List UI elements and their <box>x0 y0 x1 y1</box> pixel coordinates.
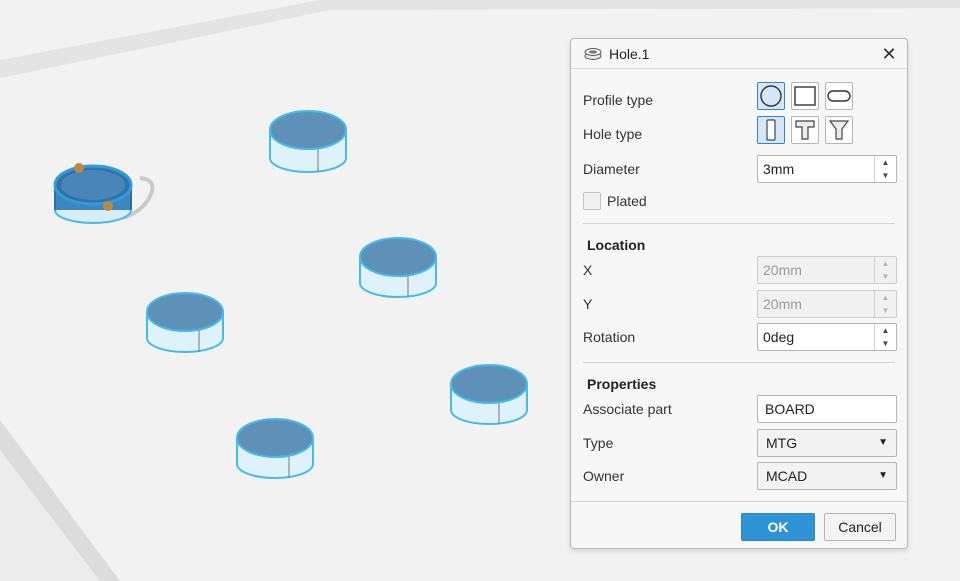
countersink-hole-icon <box>828 120 850 140</box>
y-decrement-icon: ▼ <box>881 306 890 315</box>
close-button[interactable]: ✕ <box>879 44 899 64</box>
plated-checkbox[interactable] <box>583 192 601 210</box>
x-decrement-icon: ▼ <box>881 272 890 281</box>
hole-counterbore-button[interactable] <box>791 116 819 144</box>
profile-type-label: Profile type <box>583 92 654 108</box>
diameter-label: Diameter <box>583 161 640 177</box>
y-label: Y <box>583 296 593 312</box>
x-value: 20mm <box>763 262 802 278</box>
chevron-down-icon: ▼ <box>878 470 888 481</box>
diameter-value[interactable]: 3mm <box>758 156 874 182</box>
hole-type-label: Hole type <box>583 126 643 142</box>
simple-hole-icon <box>766 119 776 141</box>
hole[interactable] <box>450 364 528 425</box>
divider <box>571 501 907 502</box>
diameter-decrement-icon[interactable]: ▼ <box>875 169 896 182</box>
hole[interactable] <box>359 237 437 298</box>
circle-profile-icon <box>760 85 782 107</box>
rotation-field[interactable]: 0deg ▲ ▼ <box>757 323 897 351</box>
slot-profile-icon <box>827 90 851 102</box>
hole-icon <box>583 47 603 61</box>
close-icon: ✕ <box>881 44 897 64</box>
cancel-button[interactable]: Cancel <box>824 513 896 541</box>
y-value: 20mm <box>763 296 802 312</box>
associate-part-input[interactable]: BOARD <box>757 395 897 423</box>
rotation-increment-icon[interactable]: ▲ <box>875 324 896 337</box>
associate-part-label: Associate part <box>583 401 672 417</box>
profile-circle-button[interactable] <box>757 82 785 110</box>
dialog-titlebar[interactable]: Hole.1 ✕ <box>571 39 907 69</box>
type-select[interactable]: MTG ▼ <box>757 429 897 457</box>
hole-countersink-button[interactable] <box>825 116 853 144</box>
divider <box>583 362 895 363</box>
profile-rectangle-button[interactable] <box>791 82 819 110</box>
dialog-title: Hole.1 <box>609 45 650 62</box>
profile-slot-button[interactable] <box>825 82 853 110</box>
owner-value: MCAD <box>766 468 808 484</box>
ok-button[interactable]: OK <box>741 513 815 541</box>
hole-dialog: Hole.1 ✕ Profile type Hole type Diameter… <box>570 38 908 549</box>
type-label: Type <box>583 435 614 451</box>
location-heading: Location <box>587 237 646 253</box>
diameter-field[interactable]: 3mm ▲ ▼ <box>757 155 897 183</box>
rotation-decrement-icon[interactable]: ▼ <box>875 337 896 350</box>
type-value: MTG <box>766 435 798 451</box>
properties-heading: Properties <box>587 376 657 392</box>
divider <box>583 223 895 224</box>
owner-label: Owner <box>583 468 625 484</box>
hole-simple-button[interactable] <box>757 116 785 144</box>
rotation-value[interactable]: 0deg <box>758 324 874 350</box>
rotation-label: Rotation <box>583 329 636 345</box>
x-field: 20mm ▲ ▼ <box>757 256 897 284</box>
chevron-down-icon: ▼ <box>878 437 888 448</box>
x-increment-icon: ▲ <box>881 259 890 268</box>
x-label: X <box>583 262 593 278</box>
y-field: 20mm ▲ ▼ <box>757 290 897 318</box>
counterbore-hole-icon <box>795 120 815 140</box>
owner-select[interactable]: MCAD ▼ <box>757 462 897 490</box>
hole[interactable] <box>236 418 314 479</box>
plated-label: Plated <box>607 193 647 209</box>
rectangle-profile-icon <box>794 86 816 106</box>
diameter-increment-icon[interactable]: ▲ <box>875 156 896 169</box>
hole[interactable] <box>269 110 347 173</box>
y-increment-icon: ▲ <box>881 293 890 302</box>
hole[interactable] <box>146 292 224 353</box>
